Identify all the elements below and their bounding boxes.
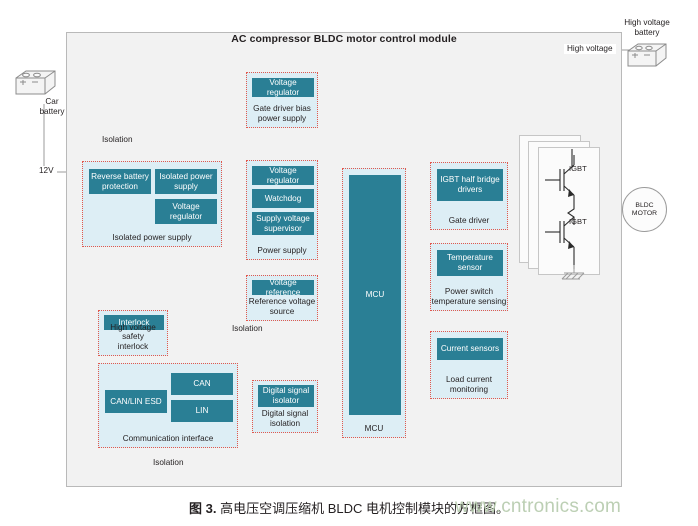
- hv-battery-label-line2: battery: [634, 28, 660, 37]
- group-caption-gate-driver-bias: Gate driver bias power supply: [253, 104, 311, 123]
- group-mcu: MCU MCU: [342, 168, 406, 438]
- voltage-12v-label: 12V: [36, 166, 57, 176]
- group-caption-load-current-monitoring: Load current monitoring: [446, 375, 492, 394]
- motor-label-line2: MOTOR: [631, 209, 658, 217]
- car-battery-label-line2: battery: [39, 107, 65, 116]
- hv-battery-label: High voltage battery: [608, 18, 686, 38]
- block-voltage-regulator-ps[interactable]: Voltage regulator: [252, 166, 314, 185]
- high-voltage-label: High voltage: [564, 44, 616, 54]
- igbt-bottom-label: IGBT: [569, 217, 587, 226]
- group-caption-communication-interface: Communication interface: [122, 433, 214, 443]
- group-caption-reference-voltage-source: Reference voltage source: [248, 297, 316, 316]
- block-igbt-half-bridge-drivers[interactable]: IGBT half bridge drivers: [437, 169, 503, 201]
- car-battery-label: Car battery: [29, 97, 75, 117]
- block-voltage-regulator-isolated[interactable]: Voltage regulator: [155, 199, 217, 224]
- block-voltage-reference[interactable]: Voltage reference: [252, 278, 314, 297]
- car-battery-label-line1: Car: [45, 97, 59, 106]
- group-load-current-monitoring: Current sensors Load current monitoring: [430, 331, 508, 399]
- module-title: AC compressor BLDC motor control module: [231, 33, 457, 45]
- block-supply-voltage-supervisor[interactable]: Supply voltage supervisor: [252, 212, 314, 235]
- group-gate-driver-bias: Voltage regulator Gate driver bias power…: [246, 72, 318, 128]
- isolation-label-top: Isolation: [99, 135, 136, 145]
- block-mcu[interactable]: MCU: [349, 175, 401, 415]
- group-caption-gate-driver: Gate driver: [448, 215, 490, 225]
- group-caption-power-supply: Power supply: [257, 245, 307, 255]
- group-caption-digital-signal-isolation: Digital signal isolation: [261, 409, 309, 428]
- block-reverse-battery-protection[interactable]: Reverse battery protection: [89, 169, 151, 194]
- group-caption-mcu: MCU: [364, 423, 384, 433]
- block-voltage-regulator-bias[interactable]: Voltage regulator: [252, 78, 314, 97]
- block-current-sensors[interactable]: Current sensors: [437, 338, 503, 360]
- group-power-switch-temperature-sensing: Temperature sensor Power switch temperat…: [430, 243, 508, 311]
- bldc-motor: BLDC MOTOR: [622, 187, 667, 232]
- group-gate-driver: IGBT half bridge drivers Gate driver: [430, 162, 508, 230]
- isolation-label-bottom: Isolation: [150, 458, 187, 468]
- group-digital-signal-isolation: Digital signal isolator Digital signal i…: [252, 380, 318, 433]
- group-isolated-power-supply: Reverse battery protection Isolated powe…: [82, 161, 222, 247]
- figure-number: 图 3.: [189, 501, 217, 516]
- car-battery-icon: [15, 70, 56, 95]
- block-digital-signal-isolator[interactable]: Digital signal isolator: [258, 385, 314, 407]
- hv-battery-label-line1: High voltage: [624, 18, 670, 27]
- isolation-label-middle: Isolation: [229, 324, 266, 334]
- group-reference-voltage-source: Voltage reference Reference voltage sour…: [246, 275, 318, 321]
- group-caption-isolated-power-supply: Isolated power supply: [112, 232, 192, 242]
- motor-label-line1: BLDC: [635, 201, 654, 209]
- block-watchdog[interactable]: Watchdog: [252, 189, 314, 208]
- block-temperature-sensor[interactable]: Temperature sensor: [437, 250, 503, 276]
- igbt-top-label: IGBT: [569, 164, 587, 173]
- watermark: www.cntronics.com: [455, 496, 621, 517]
- group-caption-power-switch-temp: Power switch temperature sensing: [431, 287, 507, 306]
- block-isolated-power-supply[interactable]: Isolated power supply: [155, 169, 217, 194]
- group-power-supply: Voltage regulator Watchdog Supply voltag…: [246, 160, 318, 260]
- ground-icon: [561, 265, 585, 280]
- diagram-canvas: AC compressor BLDC motor control module …: [0, 0, 698, 526]
- block-lin[interactable]: LIN: [171, 400, 233, 422]
- high-voltage-battery-icon: [627, 43, 667, 67]
- group-caption-hv-safety-interlock: High voltage safety interlock: [110, 322, 156, 351]
- group-high-voltage-safety-interlock: Interlock High voltage safety interlock: [98, 310, 168, 356]
- block-can[interactable]: CAN: [171, 373, 233, 395]
- block-can-lin-esd[interactable]: CAN/LIN ESD: [105, 390, 167, 413]
- group-communication-interface: CAN/LIN ESD CAN LIN Communication interf…: [98, 363, 238, 448]
